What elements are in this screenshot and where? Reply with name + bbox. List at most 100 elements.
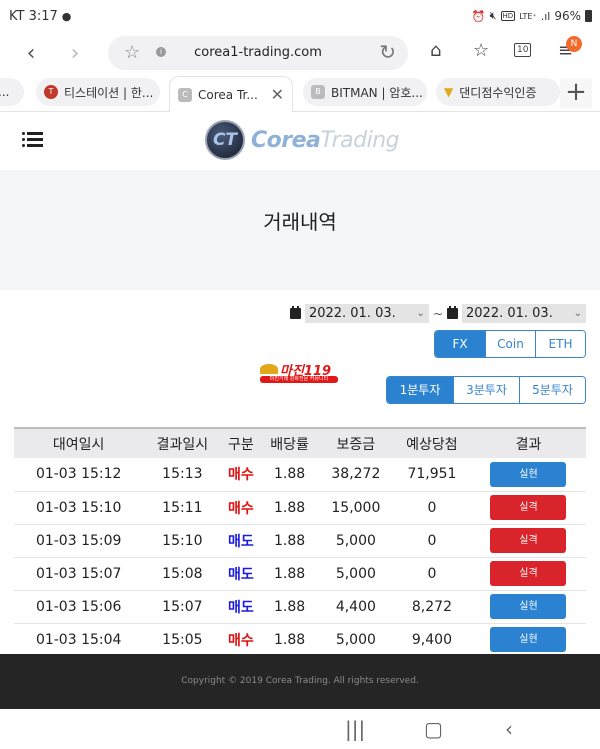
browser-toolbar: ‹ › ☆ i corea1-trading.com ↻ ⌂ ☆ 10 ≡ <box>0 34 600 72</box>
cell-rate: 1.88 <box>260 557 319 591</box>
alarm-icon: ⏰ <box>471 9 486 23</box>
cell-deposit: 5,000 <box>318 623 393 657</box>
table-row: 01-03 15:07 15:08 매도 1.88 5,000 0 실격 <box>14 557 586 591</box>
market-tab-fx[interactable]: FX <box>435 331 485 357</box>
back-button[interactable]: ‹ <box>16 38 46 68</box>
market-tab-coin[interactable]: Coin <box>485 331 535 357</box>
chat-bubble-icon: ● <box>61 10 72 23</box>
tab-favicon-eagle-icon: ▼ <box>444 85 454 99</box>
table-row: 01-03 15:04 15:05 매수 1.88 5,000 9,400 실현 <box>14 623 586 657</box>
cell-rate: 1.88 <box>260 458 319 492</box>
interval-tab-1min[interactable]: 1분투자 <box>387 377 453 403</box>
cell-expected-payout: 71,951 <box>392 458 471 492</box>
cell-result-time: 15:07 <box>143 590 222 624</box>
cell-rate: 1.88 <box>260 524 319 558</box>
calendar-icon <box>289 306 301 319</box>
result-badge-button[interactable]: 실격 <box>490 561 567 586</box>
result-badge-button[interactable]: 실격 <box>490 528 567 553</box>
bookmarks-icon[interactable]: ☆ <box>473 40 489 61</box>
close-tab-icon[interactable]: ✕ <box>271 85 284 104</box>
site-logo[interactable]: CT CoreaTrading <box>205 120 400 160</box>
cell-deposit: 5,000 <box>318 557 393 591</box>
logo-text-bold: Corea <box>251 127 321 153</box>
banner-subtitle: 마진거래 강화전문 커뮤니티 <box>260 376 338 383</box>
cell-result: 실격 <box>470 557 586 591</box>
tab-label: BITMAN | 암호... <box>331 85 423 100</box>
signal-icon: .ıl <box>540 9 551 23</box>
result-badge-button[interactable]: 실현 <box>490 594 567 619</box>
cell-rental-time: 01-03 15:10 <box>14 491 144 525</box>
table-header-row: 대여일시 결과일시 구분 배당률 보증금 예상당첨 결과 <box>14 428 586 458</box>
tab-item[interactable]: B BITMAN | 암호... <box>303 78 427 106</box>
status-bar: KT 3:17 ● ⏰ 🔇︎ HD LTE⁺ .ıl 96% <box>0 0 600 34</box>
home-icon[interactable]: ⌂ <box>430 40 441 61</box>
result-badge-button[interactable]: 실현 <box>490 461 567 487</box>
cell-deposit: 38,272 <box>318 458 393 492</box>
result-badge-button[interactable]: 실격 <box>490 495 567 520</box>
battery-icon <box>585 10 592 22</box>
tab-bar: ... T 티스테이션 | 한... C Corea Tr... ✕ B BIT… <box>0 72 600 112</box>
col-header: 보증금 <box>336 436 376 453</box>
hamburger-menu-icon[interactable] <box>22 132 43 150</box>
cell-rental-time: 01-03 15:04 <box>14 623 144 657</box>
tab-label: 댄디점수익인증 <box>459 85 537 100</box>
cell-type: 매도 <box>221 557 261 591</box>
date-to-select[interactable]: 2022. 01. 03. ⌄ <box>462 304 586 323</box>
tab-item[interactable]: T 티스테이션 | 한... <box>36 78 160 106</box>
calendar-icon <box>447 306 458 319</box>
page-title-band: 거래내역 <box>0 170 600 290</box>
system-nav-bar: ||| ▢ ‹ <box>0 709 600 749</box>
col-header: 대여일시 <box>52 436 105 453</box>
plus-icon: + <box>565 77 587 107</box>
tab-item[interactable]: ... <box>0 78 24 106</box>
cell-rental-time: 01-03 15:07 <box>14 557 144 591</box>
battery-percent: 96% <box>554 9 581 23</box>
madjin119-banner[interactable]: 마진119 마진거래 강화전문 커뮤니티 <box>260 362 340 384</box>
tab-item-active[interactable]: C Corea Tr... ✕ <box>169 76 293 112</box>
address-bar[interactable]: ☆ i corea1-trading.com ↻ <box>108 36 408 70</box>
market-toggle: FX Coin ETH <box>434 330 586 358</box>
market-tab-eth[interactable]: ETH <box>535 331 585 357</box>
table-row: 01-03 15:10 15:11 매수 1.88 15,000 0 실격 <box>14 491 586 525</box>
cell-type: 매수 <box>221 491 261 525</box>
reload-icon[interactable]: ↻ <box>379 40 396 64</box>
col-header: 예상당첨 <box>406 436 458 453</box>
cell-deposit: 15,000 <box>318 491 393 525</box>
url-text[interactable]: corea1-trading.com <box>108 45 408 60</box>
cell-type: 매도 <box>221 524 261 558</box>
tab-item[interactable]: ▼ 댄디점수익인증 <box>436 78 560 106</box>
date-separator: ~ <box>432 306 443 321</box>
interval-tab-5min[interactable]: 5분투자 <box>519 377 585 403</box>
cell-rental-time: 01-03 15:09 <box>14 524 144 558</box>
forward-button[interactable]: › <box>60 38 90 68</box>
cell-type: 매도 <box>221 590 261 624</box>
back-nav-button[interactable]: ‹ <box>505 717 513 741</box>
home-button[interactable]: ▢ <box>424 717 443 741</box>
cell-expected-payout: 0 <box>392 524 471 558</box>
trade-history-table: 대여일시 결과일시 구분 배당률 보증금 예상당첨 결과 01-03 15:12… <box>14 427 586 657</box>
cell-rate: 1.88 <box>260 590 319 624</box>
recent-apps-button[interactable]: ||| <box>345 717 365 741</box>
cell-result-time: 15:11 <box>143 491 222 525</box>
chevron-down-icon: ⌄ <box>573 308 582 319</box>
date-from-select[interactable]: 2022. 01. 03. ⌄ <box>304 304 429 323</box>
tab-favicon: C <box>178 87 192 102</box>
cell-type: 매수 <box>221 458 261 492</box>
cell-result-time: 15:08 <box>143 557 222 591</box>
tab-label: ... <box>0 85 10 99</box>
interval-tab-3min[interactable]: 3분투자 <box>453 377 519 403</box>
date-from-value: 2022. 01. 03. <box>308 306 396 321</box>
new-tab-button[interactable]: + <box>560 78 592 108</box>
copyright-text: Copyright © 2019 Corea Trading. All righ… <box>181 676 419 686</box>
site-header: CT CoreaTrading <box>0 112 600 170</box>
cell-result: 실격 <box>470 491 586 525</box>
result-badge-button[interactable]: 실현 <box>490 627 567 652</box>
lte-icon: LTE⁺ <box>519 11 537 21</box>
eagle-icon <box>260 364 278 374</box>
tabs-count-icon[interactable]: 10 <box>514 43 532 57</box>
col-header: 구분 <box>227 436 254 453</box>
logo-text-light: Trading <box>320 127 400 153</box>
col-header: 배당률 <box>270 436 309 453</box>
cell-expected-payout: 9,400 <box>392 623 471 657</box>
col-header: 결과 <box>515 436 542 453</box>
